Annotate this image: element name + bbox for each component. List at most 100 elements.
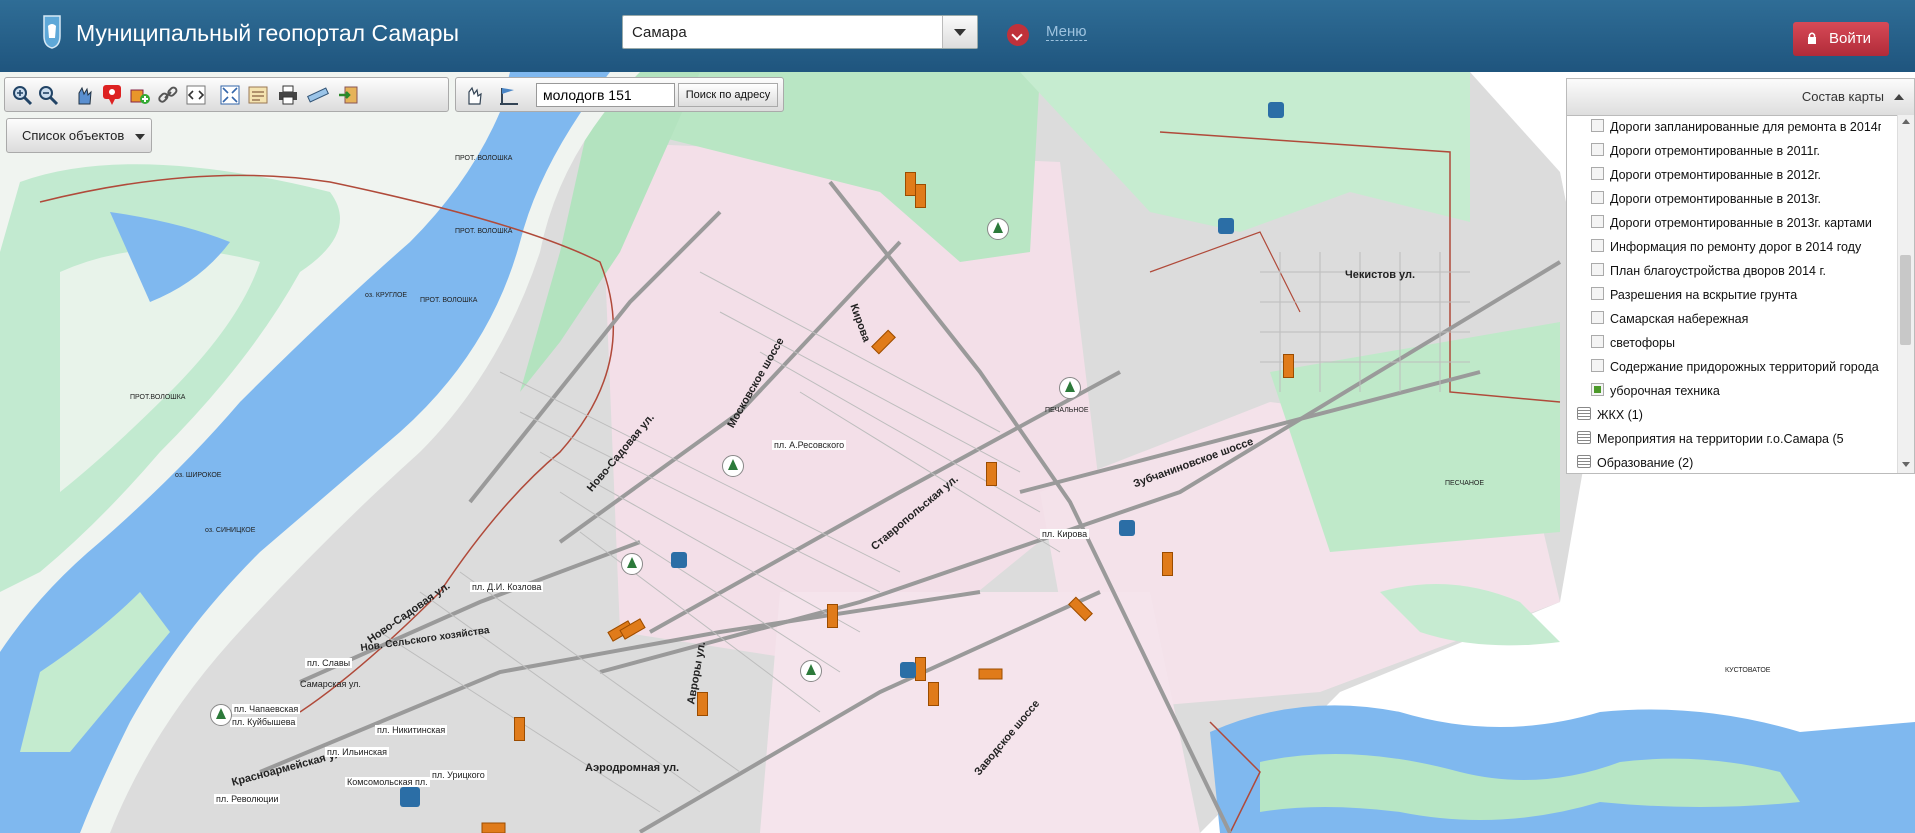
bus-stop-icon[interactable] [900, 662, 916, 678]
chevron-down-icon[interactable] [942, 16, 977, 48]
layer-checkbox[interactable] [1591, 167, 1604, 180]
layer-item[interactable]: Разрешения на вскрытие грунта [1591, 287, 1881, 307]
menu-toggle-icon[interactable] [1007, 24, 1029, 46]
city-select[interactable]: Самара [622, 15, 978, 49]
bus-stop-icon[interactable] [671, 552, 687, 568]
layer-item[interactable]: Содержание придорожных территорий города [1591, 359, 1881, 379]
bus-stop-icon[interactable] [1218, 218, 1234, 234]
layer-checkbox[interactable] [1591, 359, 1604, 372]
street-label: Самарская ул. [300, 679, 361, 689]
place-label: ПРОТ. ВОЛОШКА [420, 297, 478, 304]
export-icon[interactable] [337, 84, 359, 106]
layers-panel: Состав карты Дороги запланированные для … [1566, 78, 1915, 474]
park-icon[interactable] [210, 704, 232, 726]
layer-item[interactable]: Дороги запланированные для ремонта в 201… [1591, 119, 1881, 139]
pan-icon[interactable] [73, 84, 95, 106]
layer-checkbox-checked[interactable] [1591, 383, 1604, 396]
layer-checkbox[interactable] [1591, 239, 1604, 252]
link-icon[interactable] [157, 84, 179, 106]
chevron-up-icon[interactable] [1894, 94, 1904, 100]
layer-item[interactable]: Самарская набережная [1591, 311, 1881, 331]
layer-group[interactable]: Мероприятия на территории г.о.Самара (5 [1577, 431, 1877, 451]
layer-label: Дороги отремонтированные в 2011г. [1610, 144, 1821, 158]
vehicle-marker[interactable] [697, 692, 708, 716]
legend-icon[interactable] [247, 84, 269, 106]
measure-icon[interactable] [498, 84, 520, 106]
vehicle-marker[interactable] [915, 184, 926, 208]
zoom-in-icon[interactable] [11, 84, 33, 106]
park-icon[interactable] [621, 553, 643, 575]
marker-icon[interactable] [101, 84, 123, 106]
layer-label: План благоустройства дворов 2014 г. [1610, 264, 1826, 278]
zoom-out-icon[interactable] [37, 84, 59, 106]
app-title: Муниципальный геопортал Самары [76, 20, 460, 46]
fullscreen-icon[interactable] [219, 84, 241, 106]
top-bar: Муниципальный геопортал Самары Самара Ме… [0, 0, 1915, 73]
ruler-icon[interactable] [307, 84, 329, 106]
layer-label: Дороги отремонтированные в 2013г. картам… [1610, 216, 1872, 230]
vehicle-marker[interactable] [978, 668, 1003, 680]
layer-item[interactable]: Дороги отремонтированные в 2011г. [1591, 143, 1881, 163]
place-label: оз. ШИРОКОЕ [175, 472, 222, 479]
vehicle-marker[interactable] [1162, 552, 1173, 576]
vehicle-marker[interactable] [986, 462, 997, 486]
layer-checkbox[interactable] [1591, 215, 1604, 228]
layer-group[interactable]: ЖКХ (1) [1577, 407, 1877, 427]
park-icon[interactable] [1059, 377, 1081, 399]
layer-checkbox[interactable] [1591, 287, 1604, 300]
add-layer-icon[interactable] [129, 84, 151, 106]
address-search-button[interactable]: Поиск по адресу [678, 83, 778, 107]
layer-item[interactable]: Информация по ремонту дорог в 2014 году [1591, 239, 1881, 259]
vehicle-marker[interactable] [928, 682, 939, 706]
square-label: пл. Революции [214, 794, 281, 804]
print-icon[interactable] [277, 84, 299, 106]
menu-link[interactable]: Меню [1046, 23, 1087, 41]
embed-icon[interactable] [185, 84, 207, 106]
vehicle-marker[interactable] [827, 604, 838, 628]
bus-stop-icon[interactable] [1119, 520, 1135, 536]
layers-panel-header[interactable]: Состав карты [1567, 79, 1914, 116]
layer-item[interactable]: План благоустройства дворов 2014 г. [1591, 263, 1881, 283]
place-label: оз. СИНИЦКОЕ [205, 527, 256, 534]
layer-item[interactable]: уборочная техника [1591, 383, 1881, 403]
layer-checkbox[interactable] [1591, 119, 1604, 132]
layer-item[interactable]: Дороги отремонтированные в 2013г. [1591, 191, 1881, 211]
square-label: пл. Куйбышева [230, 717, 298, 727]
samara-coat-of-arms-icon [43, 15, 61, 49]
layers-scrollbar[interactable] [1897, 115, 1914, 473]
layer-item[interactable]: Дороги отремонтированные в 2012г. [1591, 167, 1881, 187]
object-list-dropdown[interactable]: Список объектов [6, 118, 152, 153]
square-label: пл. Кирова [1040, 529, 1090, 539]
login-button[interactable]: Войти [1793, 22, 1889, 56]
layer-checkbox[interactable] [1591, 191, 1604, 204]
scroll-up-icon[interactable] [1902, 119, 1910, 124]
layer-item[interactable]: Дороги отремонтированные в 2013г. картам… [1591, 215, 1881, 235]
layer-group[interactable]: Образование (2) [1577, 455, 1877, 471]
vehicle-marker[interactable] [1283, 354, 1294, 378]
login-label: Войти [1829, 30, 1871, 47]
select-icon[interactable] [464, 84, 486, 106]
place-label: ПЕСЧАНОЕ [1445, 480, 1485, 487]
layer-item[interactable]: светофоры [1591, 335, 1881, 355]
park-icon[interactable] [722, 455, 744, 477]
vehicle-marker[interactable] [915, 657, 926, 681]
address-search-input[interactable] [536, 83, 675, 107]
layer-checkbox[interactable] [1591, 335, 1604, 348]
bus-stop-icon[interactable] [1268, 102, 1284, 118]
square-label: пл. Никитинская [375, 725, 448, 735]
railway-station-icon[interactable] [400, 787, 420, 807]
list-icon [1577, 455, 1591, 468]
park-icon[interactable] [987, 218, 1009, 240]
scroll-down-icon[interactable] [1902, 462, 1910, 467]
street-label: Чекистов ул. [1345, 269, 1416, 281]
layer-label: Информация по ремонту дорог в 2014 году [1610, 240, 1862, 254]
park-icon[interactable] [800, 660, 822, 682]
vehicle-marker[interactable] [481, 822, 506, 833]
scroll-thumb[interactable] [1900, 255, 1911, 345]
place-label: ПРОТ. ВОЛОШКА [455, 155, 513, 162]
layer-checkbox[interactable] [1591, 263, 1604, 276]
layer-label: Дороги отремонтированные в 2013г. [1610, 192, 1821, 206]
layer-checkbox[interactable] [1591, 311, 1604, 324]
layer-checkbox[interactable] [1591, 143, 1604, 156]
vehicle-marker[interactable] [514, 717, 525, 741]
